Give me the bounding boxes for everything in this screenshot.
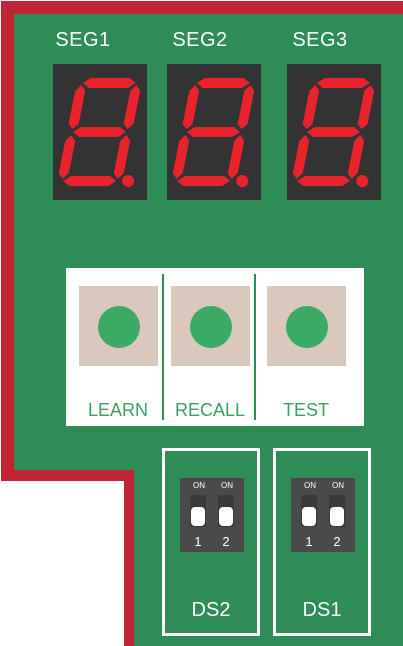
decimal-point bbox=[236, 175, 249, 187]
ds1-knob-1 bbox=[302, 507, 316, 526]
segment-a bbox=[316, 78, 370, 88]
learn-label: LEARN bbox=[87, 400, 149, 420]
ds1-knob-2 bbox=[330, 507, 344, 526]
segment-d bbox=[297, 176, 351, 186]
segment-c bbox=[227, 135, 245, 179]
ds1-on-label-2: ON bbox=[332, 481, 344, 490]
ds2-on-label-2: ON bbox=[221, 481, 233, 490]
ds2-num-2: 2 bbox=[222, 534, 230, 549]
test-cell: TEST bbox=[260, 274, 352, 420]
ds1-on-label-1: ON bbox=[304, 481, 316, 490]
ds1-switch-1[interactable] bbox=[301, 495, 317, 527]
ds2-label: DS2 bbox=[191, 599, 231, 621]
buttons-panel: LEARN RECALL TEST bbox=[66, 268, 364, 426]
segment-f bbox=[302, 85, 320, 129]
ds1-num-2: 2 bbox=[333, 534, 341, 549]
segment-c bbox=[347, 135, 365, 179]
test-dot-icon bbox=[286, 306, 328, 348]
ds1-switch-block: ON ON 1 2 bbox=[291, 478, 355, 552]
ds1-label: DS1 bbox=[302, 599, 342, 621]
ds2-knob-2 bbox=[219, 507, 233, 526]
decimal-point bbox=[356, 175, 369, 187]
segment-d bbox=[63, 176, 117, 186]
seg3-label: SEG3 bbox=[292, 29, 348, 51]
ds2-frame: ON ON 1 2 DS2 bbox=[162, 448, 260, 636]
test-button[interactable] bbox=[267, 286, 346, 366]
segment-g bbox=[307, 127, 360, 137]
ds2-num-1: 1 bbox=[194, 534, 202, 549]
segment-a bbox=[196, 78, 250, 88]
ds1-switch-2[interactable] bbox=[329, 495, 345, 527]
segment-g bbox=[73, 127, 126, 137]
learn-cell: LEARN bbox=[72, 274, 164, 420]
recall-cell: RECALL bbox=[164, 274, 256, 420]
segment-b bbox=[237, 85, 255, 129]
decimal-point bbox=[122, 175, 135, 187]
ds2-switch-block: ON ON 1 2 bbox=[180, 478, 244, 552]
segment-e bbox=[172, 135, 190, 179]
segment-e bbox=[58, 135, 76, 179]
segment-c bbox=[113, 135, 131, 179]
ds1-num-1: 1 bbox=[305, 534, 313, 549]
recall-dot-icon bbox=[190, 306, 232, 348]
learn-button[interactable] bbox=[79, 286, 158, 366]
segment-f bbox=[182, 85, 200, 129]
ds2-switch-1[interactable] bbox=[190, 495, 206, 527]
segment-b bbox=[123, 85, 141, 129]
ds2-switch-2[interactable] bbox=[218, 495, 234, 527]
seg2-label: SEG2 bbox=[172, 29, 228, 51]
segment-d bbox=[177, 176, 231, 186]
recall-label: RECALL bbox=[174, 400, 246, 420]
recall-button[interactable] bbox=[171, 286, 250, 366]
segment-g bbox=[187, 127, 240, 137]
control-panel: SEG1 SEG2 SEG3 LEARN RECALL TEST ON ON 1… bbox=[0, 0, 403, 646]
segment-a bbox=[82, 78, 136, 88]
learn-dot-icon bbox=[98, 306, 140, 348]
seg1-display bbox=[53, 64, 147, 200]
segment-e bbox=[292, 135, 310, 179]
ds1-frame: ON ON 1 2 DS1 bbox=[273, 448, 371, 636]
seg3-display bbox=[287, 64, 381, 200]
segment-b bbox=[357, 85, 375, 129]
test-label: TEST bbox=[282, 400, 329, 420]
segment-f bbox=[68, 85, 86, 129]
ds2-on-label-1: ON bbox=[193, 481, 205, 490]
seg2-display bbox=[167, 64, 261, 200]
ds2-knob-1 bbox=[191, 507, 205, 526]
seg1-label: SEG1 bbox=[55, 29, 111, 51]
